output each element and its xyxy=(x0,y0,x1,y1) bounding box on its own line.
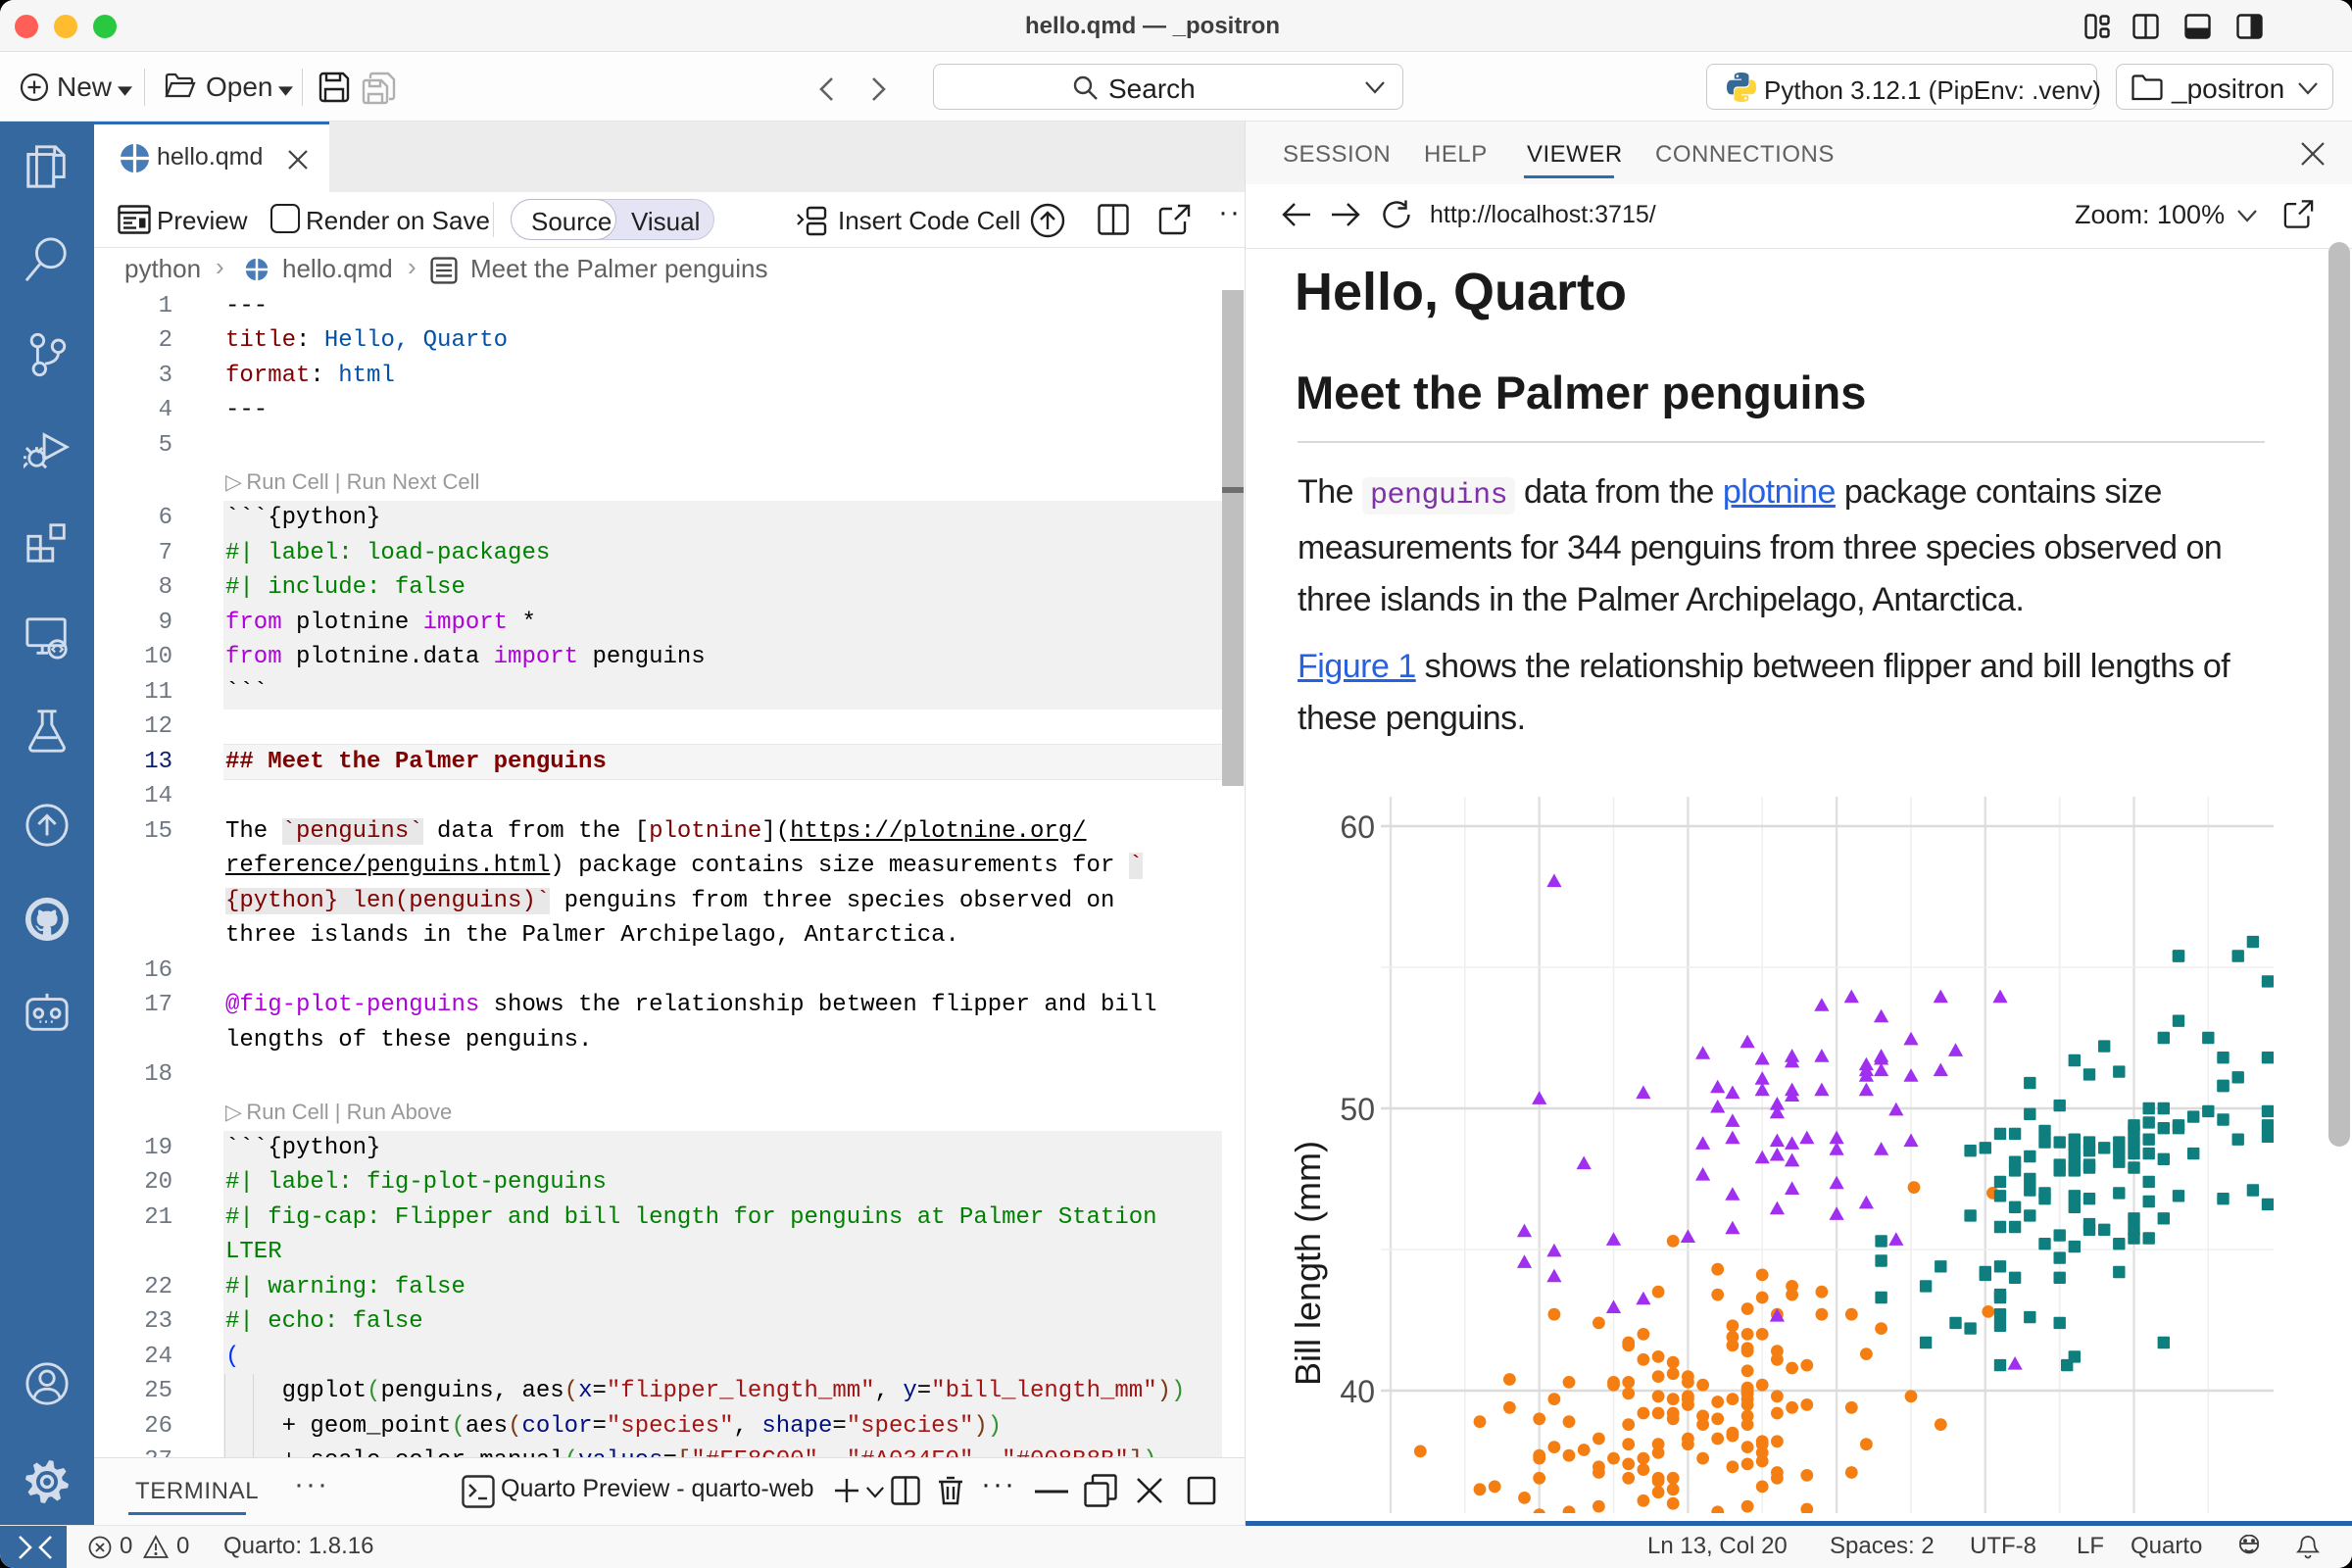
svg-text:40: 40 xyxy=(1340,1374,1375,1409)
svg-text:60: 60 xyxy=(1340,809,1375,845)
svg-text:50: 50 xyxy=(1340,1092,1375,1127)
svg-text:Bill length (mm): Bill length (mm) xyxy=(1288,1141,1328,1386)
